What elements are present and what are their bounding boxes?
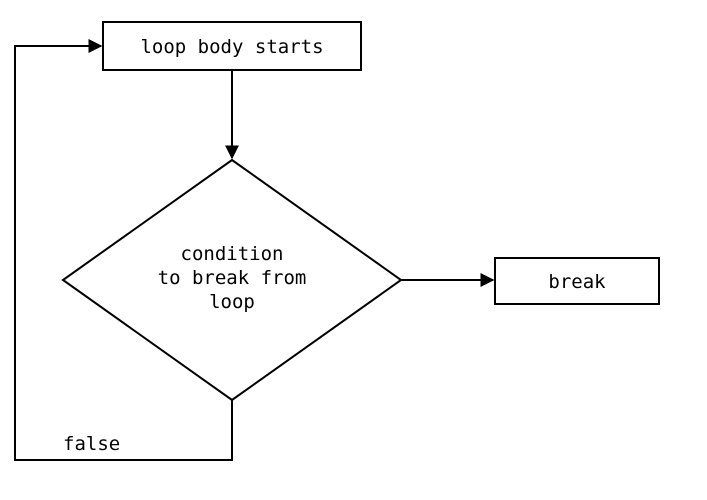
- process-break-label: break: [548, 271, 606, 293]
- decision-condition-line1: condition: [181, 243, 284, 265]
- decision-condition-line2: to break from: [158, 267, 307, 289]
- decision-condition-line3: loop: [209, 291, 255, 313]
- process-break: break: [495, 258, 659, 304]
- decision-condition: condition to break from loop: [63, 160, 401, 400]
- process-loop-body-starts-label: loop body starts: [140, 36, 323, 58]
- process-loop-body-starts: loop body starts: [103, 22, 361, 70]
- edge-false-label: false: [63, 433, 120, 455]
